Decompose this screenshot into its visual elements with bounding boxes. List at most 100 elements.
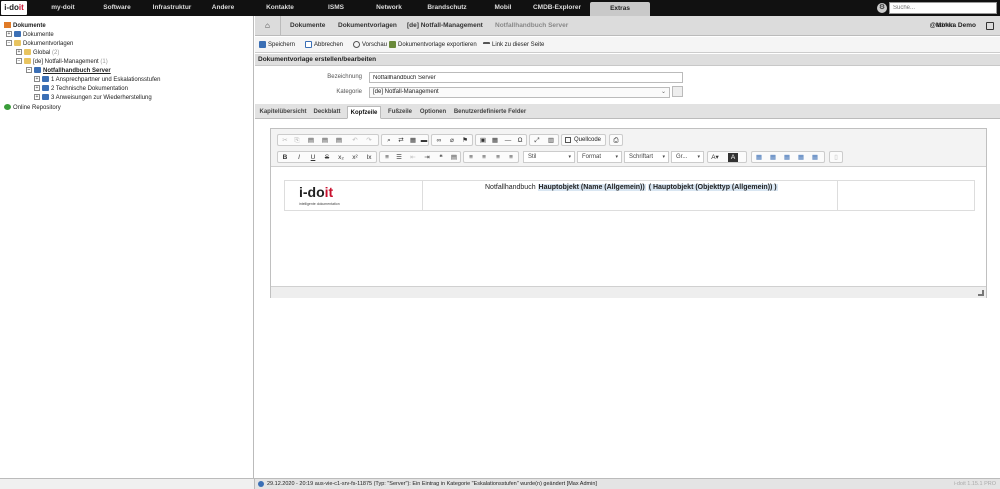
breadcrumb-item[interactable]: [de] Notfall-Management (407, 16, 483, 36)
subscript-icon[interactable]: x₂ (336, 153, 346, 162)
special-char-icon[interactable]: Ω (515, 136, 525, 145)
paste-icon[interactable]: ▤ (306, 136, 316, 145)
category-select[interactable]: [de] Notfall-Management ⌄ (369, 87, 670, 98)
superscript-icon[interactable]: x² (350, 153, 360, 162)
insert-placeholder-icon[interactable]: ▦ (768, 153, 778, 162)
category-edit-button[interactable] (672, 86, 683, 97)
cut-icon[interactable]: ✂ (280, 136, 290, 145)
nav-network[interactable]: Network (374, 0, 404, 16)
redo-icon[interactable]: ↷ (364, 136, 374, 145)
expand-icon[interactable]: + (34, 85, 40, 92)
insert-placeholder-icon[interactable]: ▦ (796, 153, 806, 162)
font-size-dropdown[interactable]: Gr... ▾ (671, 151, 704, 163)
tab-chapter-overview[interactable]: Kapitelübersicht (257, 106, 309, 119)
insert-placeholder-icon[interactable]: ▦ (810, 153, 820, 162)
remove-format-icon[interactable]: Ix (364, 153, 374, 162)
copy-icon[interactable]: ⎘ (292, 136, 302, 145)
name-field[interactable] (369, 72, 683, 83)
logout-icon[interactable] (986, 22, 994, 30)
save-button[interactable]: Speichern (259, 40, 295, 50)
image-icon[interactable]: ▣ (478, 136, 488, 145)
nav-infrastruktur[interactable]: Infrastruktur (150, 0, 194, 16)
tree-item-documents[interactable]: + Dokumente (6, 31, 54, 40)
nav-andere[interactable]: Andere (210, 0, 236, 16)
page-break-icon[interactable]: ▯ (831, 153, 841, 162)
i-doit-logo[interactable]: i-doit (1, 1, 27, 15)
select-all-icon[interactable]: ▦ (408, 136, 418, 145)
maximize-icon[interactable]: ⤢ (532, 136, 542, 145)
undo-icon[interactable]: ↶ (350, 136, 360, 145)
tree-item-chapter[interactable]: +1 Ansprechpartner und Eskalationsstufen (34, 76, 160, 85)
tab-options[interactable]: Optionen (417, 106, 449, 119)
nav-brandschutz[interactable]: Brandschutz (426, 0, 468, 16)
nav-software[interactable]: Software (100, 0, 134, 16)
align-center-icon[interactable]: ≡ (479, 153, 489, 162)
collapse-icon[interactable]: − (16, 58, 22, 65)
tree-item-templates[interactable]: − Dokumentvorlagen (6, 40, 73, 49)
align-left-icon[interactable]: ≡ (466, 153, 476, 162)
show-blocks-icon[interactable]: ▥ (546, 136, 556, 145)
nav-kontakte[interactable]: Kontakte (264, 0, 296, 16)
numbered-list-icon[interactable]: ≡ (382, 153, 392, 162)
strikethrough-icon[interactable]: S (322, 153, 332, 162)
unlink-icon[interactable]: ⌀ (447, 136, 457, 145)
nav-cmdb-explorer[interactable]: CMDB-Explorer (532, 0, 582, 16)
gear-icon[interactable]: ⚙ (877, 3, 887, 13)
italic-icon[interactable]: I (294, 153, 304, 162)
editor-content[interactable]: i-doit intelligente dokumentation Notfal… (284, 180, 975, 211)
replace-icon[interactable]: ⇄ (396, 136, 406, 145)
blockquote-icon[interactable]: ❝ (436, 153, 446, 162)
tab-custom-fields[interactable]: Benutzerdefinierte Felder (451, 106, 529, 119)
spellcheck-icon[interactable]: ▬ (419, 136, 429, 145)
nav-isms[interactable]: ISMS (324, 0, 348, 16)
cancel-button[interactable]: Abbrechen (305, 40, 343, 50)
tree-item-chapter[interactable]: +2 Technische Dokumentation (34, 85, 128, 94)
text-color-icon[interactable]: A▾ (710, 153, 720, 162)
nav-extras[interactable]: Extras (590, 2, 650, 16)
tree-root[interactable]: Dokumente (4, 22, 46, 31)
breadcrumb-item[interactable]: Dokumentvorlagen (338, 16, 397, 36)
expand-icon[interactable]: + (16, 49, 22, 56)
link-icon[interactable]: ∞ (434, 136, 444, 145)
expand-icon[interactable]: + (34, 76, 40, 83)
search-input[interactable] (889, 2, 997, 14)
permalink-button[interactable]: Link zu dieser Seite (483, 40, 544, 50)
insert-placeholder-icon[interactable]: ▦ (782, 153, 792, 162)
font-dropdown[interactable]: Schriftart ▾ (624, 151, 669, 163)
breadcrumb-item[interactable]: Dokumente (290, 16, 325, 36)
tab-header[interactable]: Kopfzeile (347, 106, 381, 119)
format-dropdown[interactable]: Format ▾ (577, 151, 622, 163)
placeholder-main-object-type[interactable]: ( Hauptobjekt (Objekttyp (Allgemein)) ) (647, 184, 778, 191)
tree-item-global[interactable]: + Global (2) (16, 49, 59, 58)
tree-item-chapter[interactable]: +3 Anweisungen zur Wiederherstellung (34, 94, 152, 103)
underline-icon[interactable]: U (308, 153, 318, 162)
insert-placeholder-icon[interactable]: ▦ (754, 153, 764, 162)
div-container-icon[interactable]: ▤ (449, 153, 459, 162)
resize-handle[interactable] (978, 290, 984, 296)
nav-mobil[interactable]: Mobil (490, 0, 516, 16)
tree-item-notfall[interactable]: − [de] Notfall-Management (1) (16, 58, 108, 67)
tab-cover[interactable]: Deckblatt (311, 106, 343, 119)
anchor-icon[interactable]: ⚑ (460, 136, 470, 145)
placeholder-main-object-name[interactable]: Hauptobjekt (Name (Allgemein)) (537, 184, 646, 191)
home-icon[interactable]: ⌂ (265, 22, 272, 30)
paste-word-icon[interactable]: ▤ (334, 136, 344, 145)
style-dropdown[interactable]: Stil ▾ (523, 151, 575, 163)
horizontal-line-icon[interactable]: ― (503, 136, 513, 145)
background-color-icon[interactable]: A (728, 153, 738, 162)
paste-text-icon[interactable]: ▤ (320, 136, 330, 145)
expand-icon[interactable]: + (6, 31, 12, 38)
tree-item-online-repository[interactable]: Online Repository (4, 104, 61, 113)
align-right-icon[interactable]: ≡ (493, 153, 503, 162)
find-icon[interactable]: ⌕ (384, 136, 394, 145)
justify-icon[interactable]: ≡ (506, 153, 516, 162)
table-icon[interactable]: ▦ (490, 136, 500, 145)
mandator-name[interactable]: @Mokka Demo (930, 16, 976, 36)
bold-icon[interactable]: B (280, 153, 290, 162)
print-icon[interactable]: ⎙ (611, 136, 621, 145)
indent-icon[interactable]: ⇥ (422, 153, 432, 162)
collapse-icon[interactable]: − (26, 67, 32, 74)
collapse-icon[interactable]: − (6, 40, 12, 47)
source-button[interactable]: Quellcode (561, 134, 607, 146)
outdent-icon[interactable]: ⇤ (408, 153, 418, 162)
